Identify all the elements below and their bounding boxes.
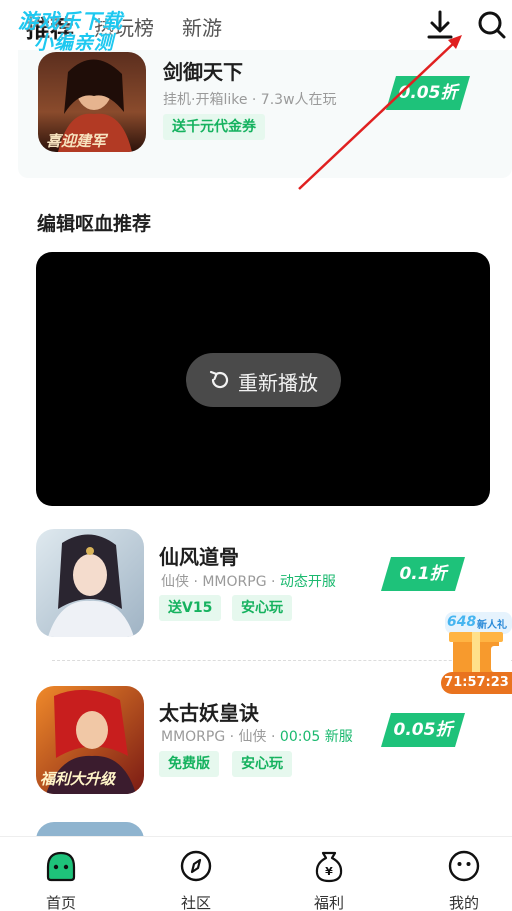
game-tags: 仙侠 · MMORPG · 动态开服 xyxy=(161,574,336,590)
bottom-navigation: 首页 社区 ¥ 福利 我的 xyxy=(0,836,512,911)
watermark-logo: 游戏乐下载 小编亲测 xyxy=(18,9,123,54)
game-title[interactable]: 太古妖皇诀 xyxy=(159,697,259,726)
nav-home[interactable]: 首页 xyxy=(16,837,106,911)
game-status-tag: 动态开服 xyxy=(279,574,336,590)
game-title[interactable]: 剑御天下 xyxy=(163,56,243,85)
floating-gift-promo[interactable]: 648 新人礼 71:57:23 xyxy=(441,612,512,694)
game-thumbnail[interactable]: 福利大升级 xyxy=(36,686,144,794)
game-badge: 免费版 xyxy=(159,751,219,777)
game-tags: 挂机·开箱like · 7.3w人在玩 xyxy=(163,92,337,108)
nav-community[interactable]: 社区 xyxy=(151,837,241,911)
smiley-face-icon xyxy=(448,850,480,882)
compass-icon xyxy=(180,850,212,882)
replay-label: 重新播放 xyxy=(238,371,318,395)
game-thumbnail[interactable]: 喜迎建军 xyxy=(38,52,146,152)
discount-badge[interactable]: 0.1折 xyxy=(381,557,465,591)
discount-badge[interactable]: 0.05折 xyxy=(386,76,470,110)
promo-countdown: 71:57:23 xyxy=(441,672,512,694)
game-status-tag: 00:05 新服 xyxy=(279,729,353,745)
game-tags: MMORPG · 仙侠 · 00:05 新服 xyxy=(161,729,353,745)
discount-badge[interactable]: 0.05折 xyxy=(381,713,465,747)
game-badge: 送千元代金券 xyxy=(163,114,265,140)
money-bag-icon: ¥ xyxy=(315,851,343,883)
promo-amount: 648 xyxy=(447,614,477,630)
video-player[interactable]: 重新播放 xyxy=(36,252,490,506)
game-badge: 安心玩 xyxy=(232,751,292,777)
game-title[interactable]: 仙风道骨 xyxy=(159,541,239,570)
game-thumbnail[interactable] xyxy=(36,529,144,637)
tab-new-games[interactable]: 新游 xyxy=(182,12,222,41)
nav-welfare[interactable]: ¥ 福利 xyxy=(284,837,374,911)
search-icon[interactable] xyxy=(476,8,508,42)
replay-icon xyxy=(209,370,229,389)
game-badge: 安心玩 xyxy=(232,595,292,621)
replay-button[interactable]: 重新播放 xyxy=(186,353,341,407)
svg-text:¥: ¥ xyxy=(325,865,333,878)
promo-label: 新人礼 xyxy=(477,620,507,631)
nav-profile[interactable]: 我的 xyxy=(419,837,509,911)
game-badge: 送V15 xyxy=(159,595,222,621)
section-title: 编辑呕血推荐 xyxy=(37,213,152,235)
home-icon xyxy=(46,851,76,882)
download-icon[interactable] xyxy=(424,8,456,42)
